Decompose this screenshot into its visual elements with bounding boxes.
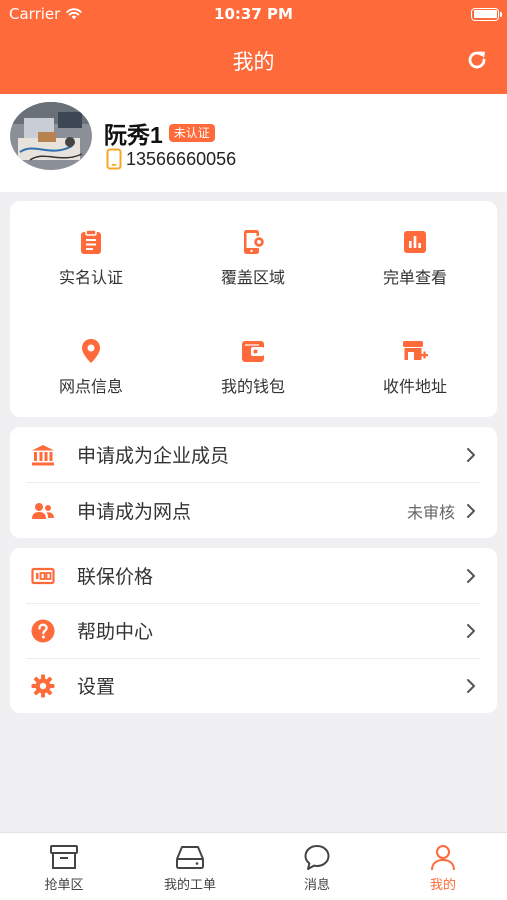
tab-my-orders[interactable]: 我的工单 [140,843,240,893]
chevron-right-icon [467,568,475,583]
function-grid: 实名认证 覆盖区域 完单查看 网点信息 我的钱包 收件地址 [10,201,497,417]
grid-item-outlet-info[interactable]: 网点信息 [10,337,172,397]
store-add-icon [403,341,428,360]
chevron-right-icon [467,503,475,518]
bar-chart-icon [404,231,426,253]
phone-settings-icon [244,230,266,254]
tab-messages[interactable]: 消息 [267,843,367,893]
user-name: 阮秀1 [104,122,163,148]
tab-grab-orders[interactable]: 抢单区 [14,843,114,893]
person-icon [431,845,455,871]
avatar[interactable] [10,102,92,170]
archive-box-icon [50,845,78,869]
status-time: 10:37 PM [214,5,293,23]
grid-label: 完单查看 [382,268,447,287]
tab-label: 消息 [303,878,330,893]
app-header: Carrier 10:37 PM 我的 [0,0,507,94]
settings-list: 联保价格 帮助中心 设置 [10,548,497,713]
grid-item-shipping-address[interactable]: 收件地址 [334,337,496,397]
price-tag-icon [31,567,55,584]
tab-bar: 抢单区 我的工单 消息 我的 [0,832,507,900]
review-status: 未审核 [406,502,455,522]
verification-badge: 未认证 [168,124,215,142]
gear-icon [31,674,55,697]
wallet-icon [242,341,264,362]
grid-label: 网点信息 [58,377,123,396]
chat-bubble-icon [304,845,330,870]
row-label: 设置 [77,676,116,698]
tab-label: 我的 [429,878,456,893]
chevron-right-icon [467,623,475,638]
tab-label: 抢单区 [44,878,84,893]
help-center-row[interactable]: 帮助中心 [10,603,497,658]
page-title: 我的 [232,50,275,74]
grid-item-real-name[interactable]: 实名认证 [10,228,172,288]
apply-outlet-row[interactable]: 申请成为网点 未审核 [10,483,497,538]
profile-section[interactable]: 阮秀1 未认证 13566660056 [0,94,507,192]
tab-mine[interactable]: 我的 [393,843,493,893]
apply-enterprise-member-row[interactable]: 申请成为企业成员 [10,427,497,482]
help-icon [31,619,55,642]
warranty-price-row[interactable]: 联保价格 [10,548,497,603]
grid-label: 覆盖区域 [220,268,285,287]
nav-bar: 我的 [0,28,507,94]
row-label: 申请成为网点 [77,501,192,523]
clipboard-icon [81,229,101,254]
chevron-right-icon [467,447,475,462]
row-label: 帮助中心 [77,621,154,643]
grid-item-wallet[interactable]: 我的钱包 [172,337,334,397]
row-label: 申请成为企业成员 [77,445,230,467]
refresh-icon[interactable] [465,48,489,72]
bank-icon [32,444,54,465]
mobile-phone-icon [106,148,122,170]
grid-item-completed-orders[interactable]: 完单查看 [334,228,496,288]
grid-label: 我的钱包 [220,377,285,396]
grid-label: 实名认证 [58,268,123,287]
settings-row[interactable]: 设置 [10,658,497,713]
row-label: 联保价格 [77,566,154,588]
location-pin-icon [82,339,100,363]
hard-drive-icon [176,846,204,869]
grid-item-coverage-area[interactable]: 覆盖区域 [172,228,334,288]
people-icon [32,502,54,519]
apply-list: 申请成为企业成员 申请成为网点 未审核 [10,427,497,538]
chevron-right-icon [467,678,475,693]
grid-label: 收件地址 [382,377,447,396]
tab-label: 我的工单 [163,878,216,893]
phone-number: 13566660056 [126,148,237,169]
